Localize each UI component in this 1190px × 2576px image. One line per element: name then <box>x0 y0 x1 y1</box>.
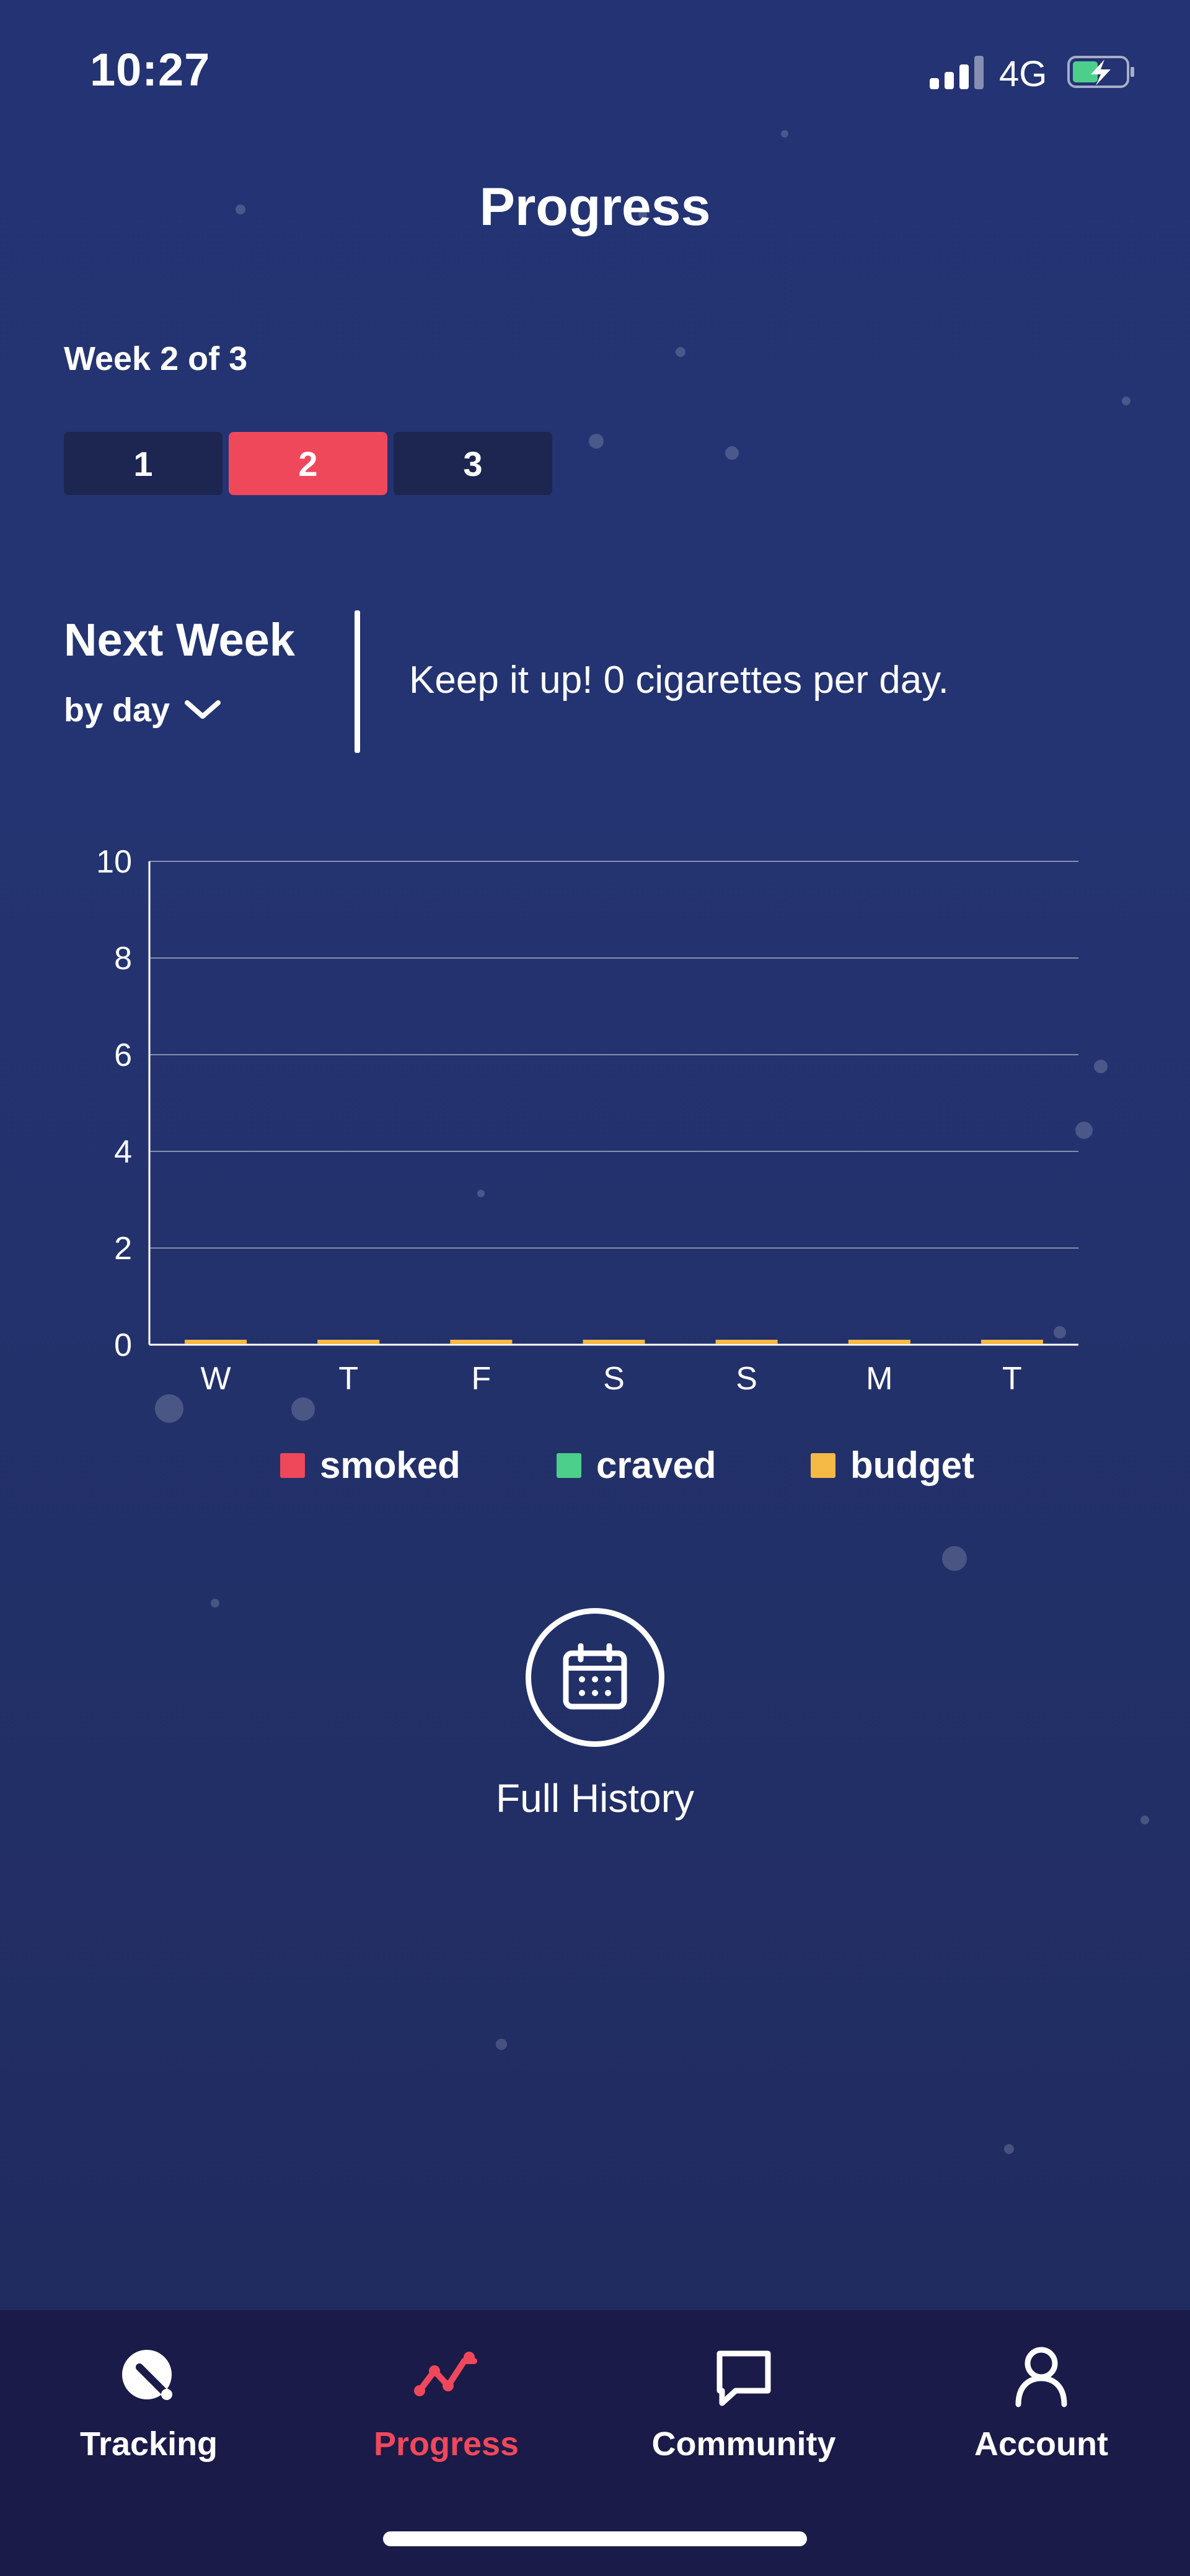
view-mode-label: by day <box>64 692 170 729</box>
legend-item-budget: budget <box>811 1444 974 1487</box>
view-mode-dropdown[interactable]: by day <box>64 691 222 729</box>
nav-item-tracking[interactable]: Tracking <box>0 2310 298 2496</box>
bar-budget <box>317 1340 380 1344</box>
bar-budget <box>450 1340 513 1344</box>
full-history-label[interactable]: Full History <box>0 1775 1190 1821</box>
chart-legend: smoked craved budget <box>0 1444 1190 1493</box>
x-tick-label: T <box>338 1361 358 1397</box>
nav-item-community[interactable]: Community <box>595 2310 892 2496</box>
status-bar: 10:27 4G <box>0 0 1190 149</box>
next-week-title: Next Week <box>64 614 295 666</box>
legend-item-craved: craved <box>557 1444 716 1487</box>
week-tab-1[interactable]: 1 <box>64 432 223 495</box>
week-tab-3[interactable]: 3 <box>394 432 552 495</box>
nav-label-community: Community <box>651 2425 836 2463</box>
legend-label-craved: craved <box>596 1444 716 1486</box>
bar-budget <box>185 1340 247 1344</box>
bar-budget <box>715 1340 778 1344</box>
home-indicator <box>383 2531 807 2546</box>
summary-divider <box>355 610 360 753</box>
chevron-down-icon <box>185 700 221 719</box>
nav-label-tracking: Tracking <box>79 2425 218 2463</box>
y-tick-label: 2 <box>114 1231 132 1267</box>
y-tick-label: 6 <box>114 1037 132 1073</box>
calendar-icon <box>563 1643 627 1710</box>
y-tick-label: 10 <box>96 844 132 880</box>
x-tick-label: S <box>736 1361 757 1397</box>
signal-icon <box>930 55 987 89</box>
x-tick-label: S <box>603 1361 625 1397</box>
page-title: Progress <box>479 177 711 237</box>
y-tick-label: 0 <box>114 1327 132 1363</box>
week-label: Week 2 of 3 <box>64 340 248 377</box>
x-tick-label: W <box>201 1361 231 1397</box>
bar-budget <box>583 1340 645 1344</box>
bar-budget <box>848 1340 910 1344</box>
week-tab-2[interactable]: 2 <box>229 432 387 495</box>
legend-swatch-budget <box>811 1453 835 1478</box>
y-tick-label: 8 <box>114 941 132 977</box>
nav-label-progress: Progress <box>373 2425 519 2463</box>
x-tick-label: F <box>471 1361 491 1397</box>
week-tabs: 1 2 3 <box>64 432 552 495</box>
x-tick-label: T <box>1002 1361 1022 1397</box>
progress-chart: 0 2 4 6 8 10 W T F S S M T <box>96 844 1078 1397</box>
chat-bubble-icon <box>716 2350 771 2406</box>
full-history-button[interactable] <box>526 1608 664 1747</box>
legend-swatch-smoked <box>280 1453 305 1478</box>
battery-charging-icon <box>1067 56 1134 88</box>
legend-swatch-craved <box>557 1453 581 1478</box>
tracking-icon <box>122 2350 172 2400</box>
y-tick-label: 4 <box>114 1134 132 1170</box>
legend-label-smoked: smoked <box>320 1444 461 1486</box>
legend-item-smoked: smoked <box>280 1444 461 1487</box>
nav-item-progress[interactable]: Progress <box>298 2310 595 2496</box>
status-time: 10:27 <box>90 44 211 95</box>
nav-item-account[interactable]: Account <box>892 2310 1190 2496</box>
summary-message: Keep it up! 0 cigarettes per day. <box>409 659 949 701</box>
network-label: 4G <box>999 54 1047 94</box>
user-icon <box>1015 2347 1067 2407</box>
bar-budget <box>981 1340 1043 1344</box>
legend-label-budget: budget <box>850 1444 974 1486</box>
nav-label-account: Account <box>974 2425 1108 2463</box>
progress-icon <box>414 2352 477 2396</box>
x-tick-label: M <box>866 1361 892 1397</box>
